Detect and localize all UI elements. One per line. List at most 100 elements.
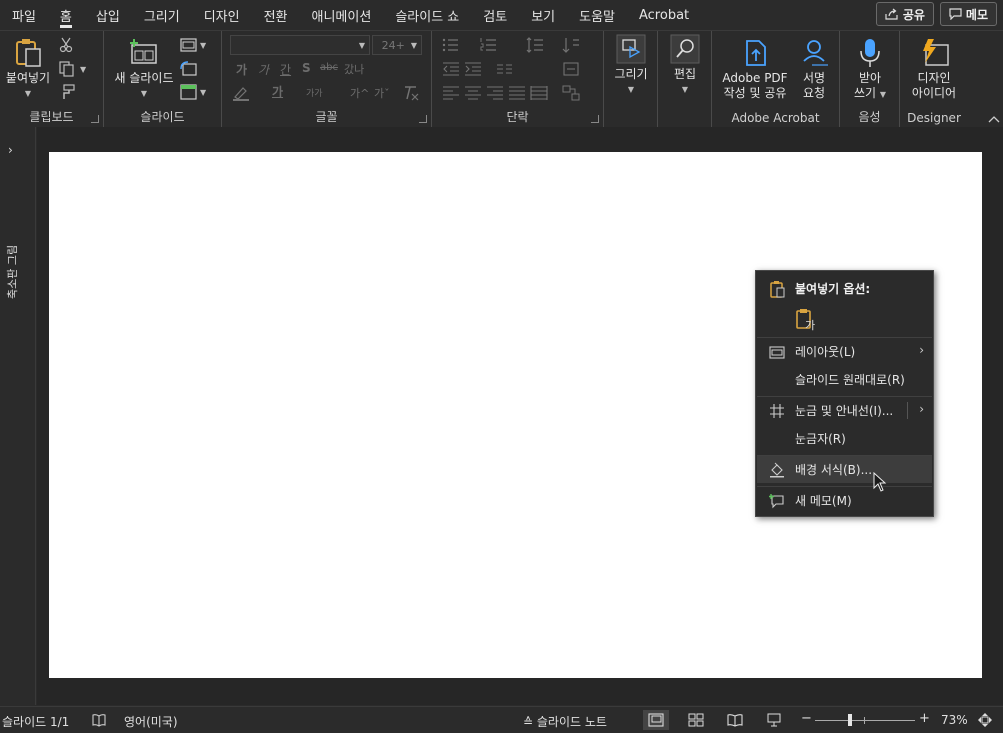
request-signature-button[interactable]: 서명 요청: [792, 37, 836, 101]
tab-acrobat[interactable]: Acrobat: [627, 0, 701, 30]
menu-item-ruler[interactable]: 눈금자(R): [757, 425, 932, 452]
shrink-font-button[interactable]: 가ˇ: [374, 85, 390, 101]
chevron-down-icon: ▼: [80, 65, 87, 74]
chevron-right-icon: ›: [919, 343, 924, 357]
align-right-icon[interactable]: [486, 85, 504, 101]
drawing-button[interactable]: 그리기 ▼: [608, 33, 654, 97]
numbering-icon[interactable]: [480, 37, 498, 53]
char-spacing-button[interactable]: 갔나: [344, 61, 364, 77]
format-painter-icon[interactable]: [58, 84, 76, 100]
zoom-slider-track[interactable]: [815, 720, 915, 721]
designer-group: 디자인 아이디어 Designer: [900, 31, 968, 127]
menu-item-label: 슬라이드 원래대로(R): [795, 373, 905, 387]
slide-sorter-icon: [688, 713, 704, 727]
paste-button[interactable]: 붙여넣기 ▼: [2, 37, 54, 101]
menu-item-reset-slide[interactable]: 슬라이드 원래대로(R): [757, 366, 932, 393]
smartart-icon[interactable]: [562, 85, 580, 101]
slides-group-label: 슬라이드: [140, 110, 185, 124]
tab-view[interactable]: 보기: [519, 0, 567, 30]
create-pdf-button[interactable]: Adobe PDF 작성 및 공유: [718, 37, 792, 101]
chevron-down-icon: ▼: [24, 89, 32, 98]
zoom-in-button[interactable]: +: [919, 711, 930, 726]
justify-icon[interactable]: [508, 85, 526, 101]
normal-view-button[interactable]: [643, 710, 669, 730]
slide-sorter-button[interactable]: [683, 710, 709, 730]
align-center-icon[interactable]: [464, 85, 482, 101]
dialog-launcher-icon[interactable]: [91, 115, 99, 123]
paste-keep-text-only-icon[interactable]: 가: [794, 307, 818, 331]
reset-slide-icon[interactable]: [180, 61, 198, 77]
tab-review[interactable]: 검토: [471, 0, 519, 30]
dictate-button[interactable]: 받아 쓰기 ▼: [846, 37, 894, 102]
bullets-icon[interactable]: [442, 37, 460, 53]
new-slide-label: 새 슬라이드: [114, 71, 174, 85]
dialog-launcher-icon[interactable]: [591, 115, 599, 123]
tab-insert[interactable]: 삽입: [84, 0, 132, 30]
zoom-level[interactable]: 73%: [941, 713, 968, 727]
italic-button[interactable]: 가: [258, 61, 269, 78]
zoom-out-button[interactable]: −: [801, 711, 812, 726]
reading-view-button[interactable]: [722, 710, 748, 730]
shadow-button[interactable]: S: [302, 61, 311, 75]
highlight-icon[interactable]: [232, 85, 250, 101]
clear-formatting-icon[interactable]: [402, 85, 420, 101]
decrease-indent-icon[interactable]: [442, 61, 460, 77]
underline-button[interactable]: 간: [280, 61, 291, 78]
comments-button[interactable]: 메모: [939, 2, 997, 26]
bold-button[interactable]: 가: [236, 61, 247, 78]
line-spacing-icon[interactable]: [526, 37, 544, 53]
increase-indent-icon[interactable]: [464, 61, 482, 77]
voice-group: 받아 쓰기 ▼ 음성: [840, 31, 900, 127]
tab-slideshow[interactable]: 슬라이드 쇼: [383, 0, 471, 30]
grow-font-button[interactable]: 가^: [350, 85, 369, 101]
tab-draw[interactable]: 그리기: [132, 0, 192, 30]
dialog-launcher-icon[interactable]: [419, 115, 427, 123]
menu-item-new-comment[interactable]: 새 메모(M): [757, 487, 932, 514]
tab-help[interactable]: 도움말: [567, 0, 627, 30]
format-background-icon: [770, 462, 784, 478]
tab-home[interactable]: 홈: [48, 0, 84, 30]
menu-item-label: 레이아웃(L): [795, 345, 856, 359]
text-direction-icon[interactable]: [562, 37, 580, 53]
cut-icon[interactable]: [58, 37, 76, 53]
share-button[interactable]: 공유: [875, 2, 934, 26]
accessibility-book-icon[interactable]: [92, 713, 106, 727]
tab-file[interactable]: 파일: [0, 0, 48, 30]
strikethrough-button[interactable]: abc: [320, 62, 338, 73]
design-ideas-button[interactable]: 디자인 아이디어: [904, 37, 964, 101]
fit-to-window-icon[interactable]: [977, 712, 993, 728]
comments-label: 메모: [965, 7, 988, 22]
tab-transitions[interactable]: 전환: [252, 0, 300, 30]
design-ideas-label-1: 디자인: [917, 71, 951, 85]
menu-item-label: 눈금 및 안내선(I)...: [795, 404, 894, 418]
change-case-button[interactable]: 가가: [306, 86, 323, 99]
align-left-icon[interactable]: [442, 85, 460, 101]
new-slide-button[interactable]: 새 슬라이드 ▼: [108, 37, 180, 101]
zoom-slider-thumb[interactable]: [848, 714, 852, 726]
columns-icon[interactable]: [496, 61, 514, 77]
chevron-right-icon[interactable]: ›: [8, 143, 13, 157]
language-indicator[interactable]: 영어(미국): [124, 713, 178, 730]
editing-button[interactable]: 편집 ▼: [662, 33, 708, 97]
slideshow-view-button[interactable]: [761, 710, 787, 730]
menu-item-layout[interactable]: 레이아웃(L) ›: [757, 338, 932, 365]
adobe-acrobat-group: Adobe PDF 작성 및 공유 서명 요청 Adobe Acrobat: [712, 31, 840, 127]
font-color-button[interactable]: 가: [272, 83, 283, 100]
layout-icon[interactable]: [180, 37, 198, 53]
paste-label: 붙여넣기: [5, 71, 51, 85]
section-icon[interactable]: [180, 84, 198, 100]
font-name-combo[interactable]: ▼: [230, 35, 370, 55]
menu-item-grid-guides[interactable]: 눈금 및 안내선(I)... ›: [757, 397, 932, 424]
copy-icon[interactable]: [58, 61, 76, 77]
paragraph-group: 단락: [432, 31, 604, 127]
distributed-icon[interactable]: [530, 85, 548, 101]
tab-animations[interactable]: 애니메이션: [300, 0, 384, 30]
tab-design[interactable]: 디자인: [192, 0, 252, 30]
menu-item-format-background[interactable]: 배경 서식(B)...: [757, 456, 932, 483]
slides-group: 새 슬라이드 ▼ ▼ ▼ 슬라이드: [104, 31, 222, 127]
collapse-ribbon-icon[interactable]: [988, 115, 1000, 123]
font-size-combo[interactable]: 24+ ▼: [372, 35, 422, 55]
notes-button[interactable]: ≙ 슬라이드 노트: [523, 713, 607, 730]
align-text-icon[interactable]: [562, 61, 580, 77]
thumbnails-label[interactable]: 축소판 그림: [4, 245, 20, 299]
